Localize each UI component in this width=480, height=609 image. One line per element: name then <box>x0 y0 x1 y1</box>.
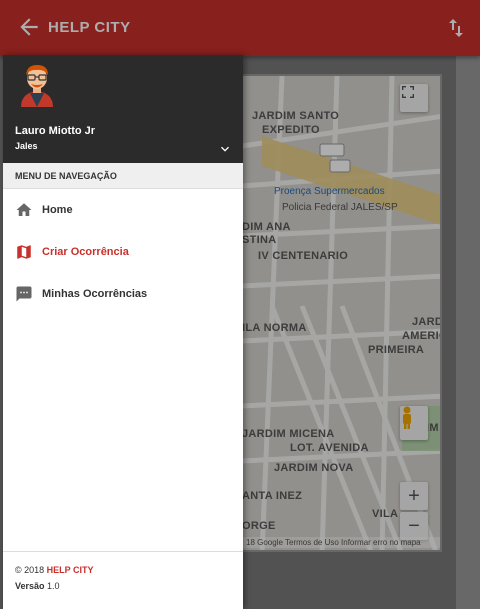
menu-item-minhas-ocorrencias[interactable]: Minhas Ocorrências <box>3 273 243 315</box>
copyright-text: © 2018 <box>15 565 45 575</box>
user-name: Lauro Miotto Jr <box>15 125 96 137</box>
user-city: Jales <box>15 141 38 151</box>
user-avatar[interactable] <box>17 63 57 107</box>
drawer-footer: © 2018 HELP CITY Versão 1.0 <box>3 551 243 609</box>
menu-section-title: MENU DE NAVEGAÇÃO <box>3 163 243 189</box>
menu-item-label: Minhas Ocorrências <box>42 288 148 300</box>
version-label: Versão <box>15 581 45 591</box>
map-icon <box>17 245 31 259</box>
copyright-line: © 2018 HELP CITY <box>15 562 231 578</box>
comment-icon <box>16 286 32 302</box>
footer-brand: HELP CITY <box>46 565 94 575</box>
menu-item-label: Home <box>42 204 73 216</box>
drawer-header: Lauro Miotto Jr Jales <box>3 55 243 163</box>
menu-item-home[interactable]: Home <box>3 189 243 231</box>
version-number: 1.0 <box>47 581 60 591</box>
version-line: Versão 1.0 <box>15 578 231 594</box>
home-icon <box>16 203 32 216</box>
chevron-down-icon[interactable] <box>217 141 233 157</box>
menu-item-label: Criar Ocorrência <box>42 246 129 258</box>
navigation-drawer: Lauro Miotto Jr Jales MENU DE NAVEGAÇÃO … <box>3 55 243 609</box>
menu-item-criar-ocorrencia[interactable]: Criar Ocorrência <box>3 231 243 273</box>
